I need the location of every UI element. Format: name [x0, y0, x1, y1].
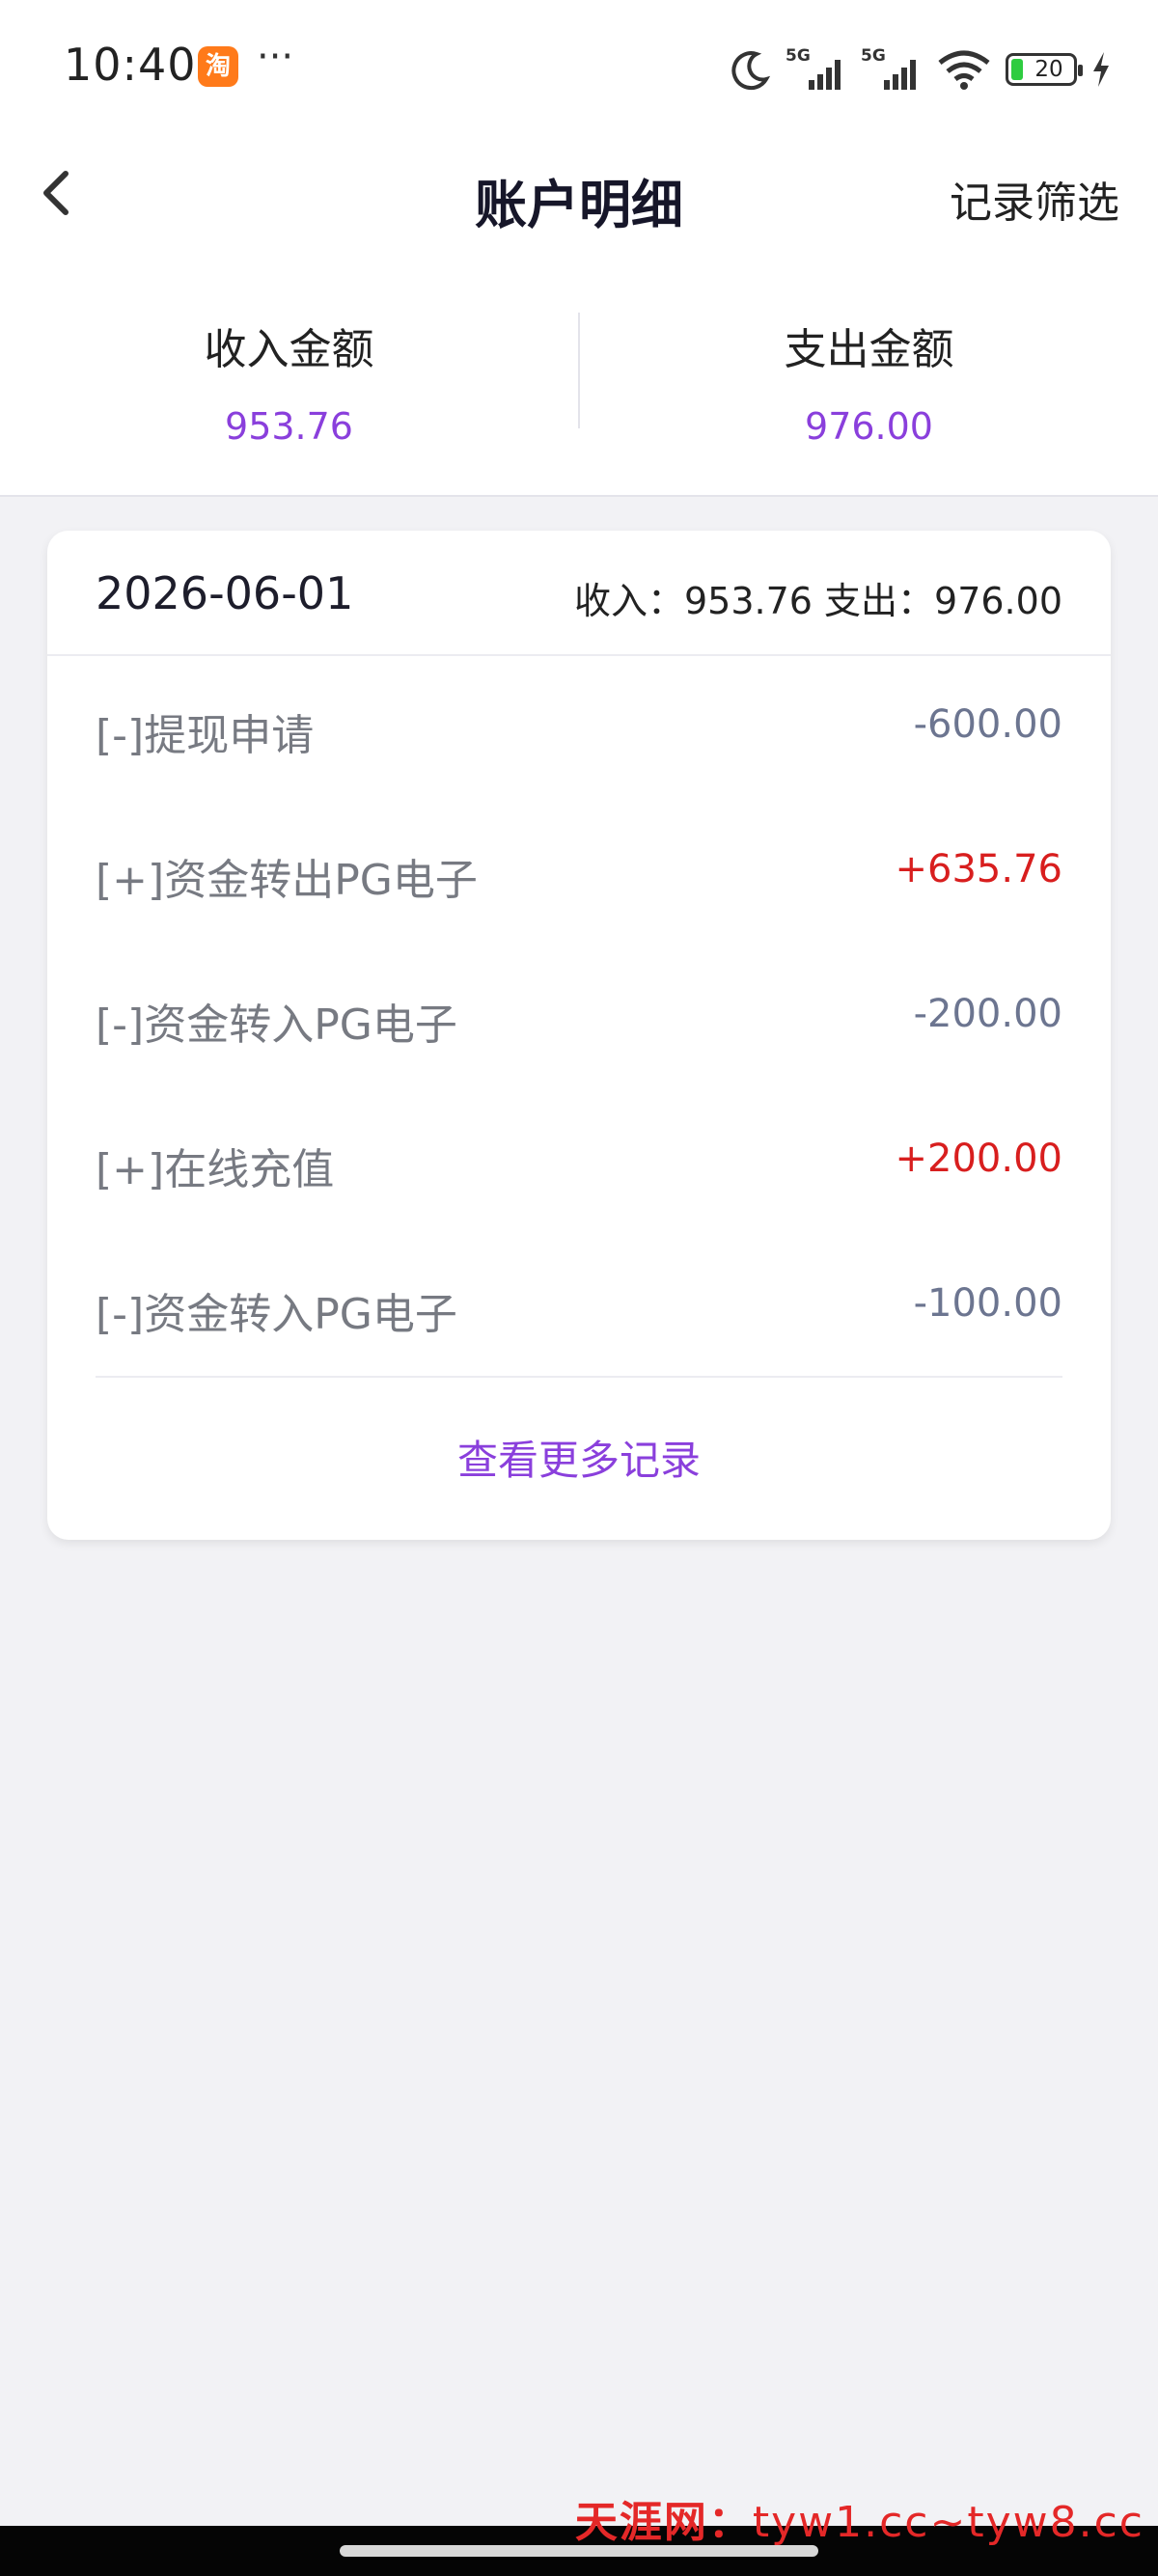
- card-header: 2026-06-01 收入：953.76 支出：976.00: [47, 531, 1111, 656]
- record-amount: +200.00: [895, 1137, 1062, 1181]
- status-time: 10:40: [64, 39, 197, 91]
- income-value: 953.76: [225, 405, 353, 448]
- list-item[interactable]: [-]提现申请 -600.00: [96, 656, 1062, 801]
- list-item[interactable]: [+]资金转出PG电子 +635.76: [96, 801, 1062, 945]
- record-amount: -600.00: [913, 702, 1062, 747]
- income-label: 收入金额: [204, 325, 374, 374]
- list-item[interactable]: [-]资金转入PG电子 -100.00: [96, 1235, 1062, 1380]
- income-summary: 收入金额 953.76: [0, 309, 578, 463]
- watermark-brand: 天涯网：: [574, 2498, 753, 2547]
- record-filter-button[interactable]: 记录筛选: [950, 168, 1119, 230]
- svg-text:5G: 5G: [861, 46, 886, 66]
- record-date: 2026-06-01: [96, 567, 354, 619]
- record-label: [+]资金转出PG电子: [96, 856, 478, 905]
- list-item[interactable]: [+]在线充值 +200.00: [96, 1090, 1062, 1235]
- more-notifications-icon: ···: [257, 35, 294, 79]
- moon-icon: [731, 51, 771, 91]
- daily-record-card: 2026-06-01 收入：953.76 支出：976.00 [-]提现申请 -…: [47, 531, 1111, 1540]
- list-item[interactable]: [-]资金转入PG电子 -200.00: [96, 945, 1062, 1090]
- record-label: [-]资金转入PG电子: [96, 1000, 457, 1050]
- list-divider: [96, 1376, 1062, 1378]
- record-amount: -100.00: [913, 1281, 1062, 1326]
- nav-bar: 账户明细 记录筛选: [0, 145, 1158, 241]
- status-icons: 5G 5G 20: [730, 41, 1112, 98]
- expense-value: 976.00: [805, 405, 933, 448]
- watermark: 天涯网：tyw1.cc~tyw8.cc: [575, 2487, 1144, 2549]
- status-bar: 10:40 淘 ··· 5G 5G 20: [0, 0, 1158, 135]
- signal-5g-icon-2: 5G: [861, 46, 916, 90]
- summary-panel: 收入金额 953.76 支出金额 976.00: [0, 309, 1158, 463]
- record-label: [-]资金转入PG电子: [96, 1290, 457, 1339]
- record-amount: +635.76: [895, 847, 1062, 891]
- record-label: [-]提现申请: [96, 711, 315, 760]
- record-label: [+]在线充值: [96, 1145, 335, 1194]
- expense-summary: 支出金额 976.00: [580, 309, 1158, 463]
- battery-icon: 20: [1006, 53, 1083, 86]
- record-list: [-]提现申请 -600.00 [+]资金转出PG电子 +635.76 [-]资…: [96, 656, 1062, 1380]
- view-more-records-link[interactable]: 查看更多记录: [47, 1428, 1111, 1487]
- svg-text:5G: 5G: [786, 46, 811, 66]
- record-amount: -200.00: [913, 992, 1062, 1036]
- expense-label: 支出金额: [784, 325, 954, 374]
- wifi-icon: [938, 50, 990, 90]
- charging-icon: [1093, 52, 1109, 87]
- daily-totals: 收入：953.76 支出：976.00: [573, 580, 1062, 622]
- signal-5g-icon: 5G: [786, 46, 841, 90]
- taobao-app-icon: 淘: [198, 46, 238, 87]
- watermark-url: tyw1.cc~tyw8.cc: [752, 2498, 1144, 2547]
